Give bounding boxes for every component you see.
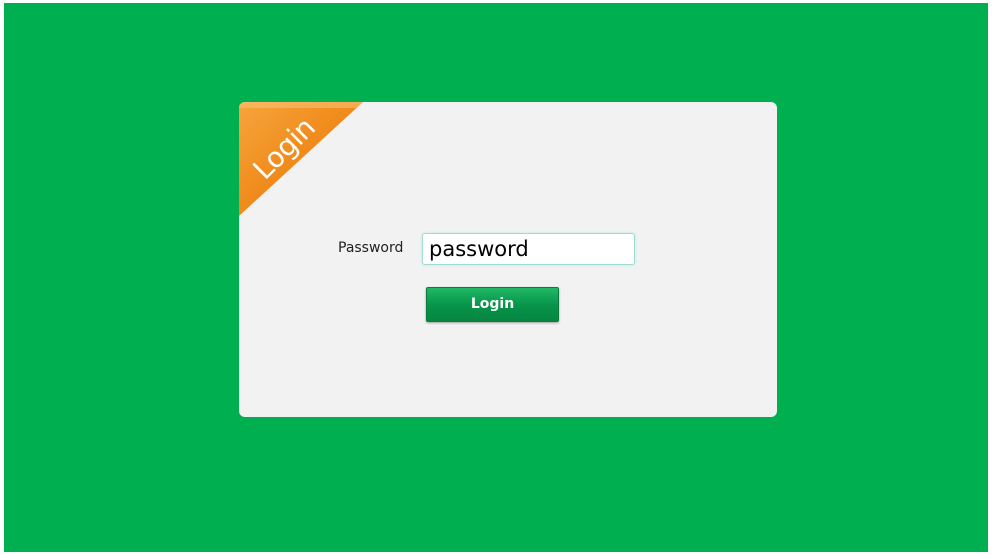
password-label: Password (338, 240, 404, 256)
login-form: Password Login (239, 102, 777, 417)
login-card: Login Password Login (239, 102, 777, 417)
password-input[interactable] (422, 233, 635, 265)
login-button[interactable]: Login (426, 287, 559, 322)
page-background: Login Password Login (4, 3, 988, 552)
